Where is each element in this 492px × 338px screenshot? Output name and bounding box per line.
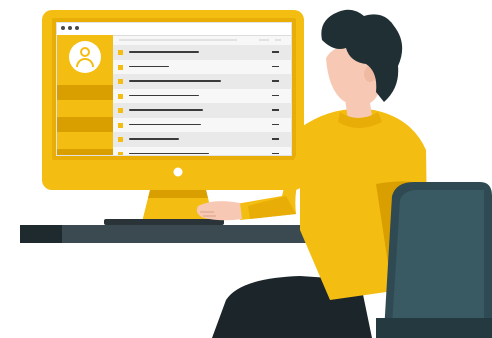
list-item — [113, 89, 291, 104]
keyboard — [104, 219, 224, 225]
sidebar-section — [57, 117, 113, 132]
list-item — [113, 132, 291, 147]
monitor-power-light — [173, 167, 183, 177]
list-item — [113, 103, 291, 118]
list-item-text-placeholder — [129, 65, 169, 67]
header-placeholder — [259, 39, 269, 41]
list-rows — [113, 45, 291, 155]
list-item-value-placeholder — [272, 65, 279, 67]
list-item-text-placeholder — [129, 80, 221, 82]
sidebar-section — [57, 85, 113, 100]
window-dot — [68, 26, 72, 30]
list-header — [113, 35, 291, 45]
list-bullet-icon — [118, 108, 123, 113]
desk-front — [20, 225, 62, 243]
list-item-value-placeholder — [272, 152, 279, 154]
chair-back-edge — [392, 190, 484, 326]
monitor-screen — [56, 22, 292, 156]
list-item-value-placeholder — [272, 51, 279, 53]
header-placeholder — [119, 39, 237, 41]
list-item-value-placeholder — [272, 109, 279, 111]
list-item-value-placeholder — [272, 138, 279, 140]
window-dot — [75, 26, 79, 30]
list-bullet-icon — [118, 93, 123, 99]
list-item-text-placeholder — [129, 94, 199, 96]
avatar-head — [80, 47, 90, 57]
list-bullet-icon — [118, 79, 123, 84]
list-bullet-icon — [118, 137, 123, 142]
list-bullet-icon — [118, 64, 123, 70]
list-item-value-placeholder — [272, 123, 279, 125]
list-item-value-placeholder — [272, 94, 279, 96]
screen-sidebar — [57, 35, 113, 155]
list-item-text-placeholder — [129, 123, 201, 125]
list-item-text-placeholder — [129, 109, 203, 111]
list-item-value-placeholder — [272, 80, 279, 82]
list-item-text-placeholder — [129, 51, 199, 53]
list-item — [113, 60, 291, 75]
avatar-body — [76, 58, 94, 67]
list-item — [113, 74, 291, 89]
list-bullet-icon — [118, 151, 123, 155]
list-item-text-placeholder — [129, 152, 209, 154]
header-placeholder — [275, 39, 281, 41]
chair-seat-shadow — [376, 318, 492, 338]
list-item — [113, 118, 291, 133]
list-item — [113, 147, 291, 155]
list-item — [113, 45, 291, 60]
list-bullet-icon — [118, 50, 123, 55]
monitor-stand-shadow — [148, 190, 208, 198]
window-controls — [61, 26, 79, 30]
window-dot — [61, 26, 65, 30]
user-avatar-icon — [69, 41, 101, 73]
person-hand — [196, 201, 242, 221]
screen-list — [113, 35, 291, 155]
list-item-text-placeholder — [129, 138, 179, 140]
sidebar-section — [57, 149, 113, 155]
list-bullet-icon — [118, 122, 123, 128]
